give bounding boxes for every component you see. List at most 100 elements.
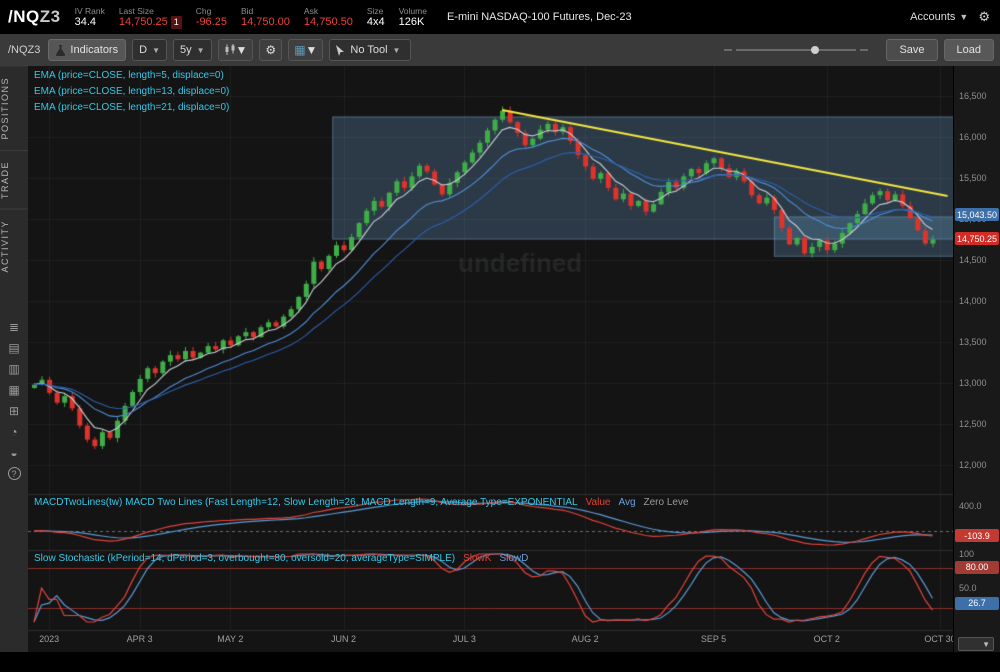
cursor-icon bbox=[336, 45, 344, 56]
axis-label: 50.0 bbox=[959, 583, 977, 593]
slider-track[interactable] bbox=[736, 49, 856, 51]
slider-handle[interactable] bbox=[811, 46, 819, 54]
sidebar-tab-positions[interactable]: POSITIONS bbox=[0, 66, 28, 150]
quote-field-last-size: Last Size14,750.251 bbox=[119, 6, 182, 29]
chart-toolbar: /NQZ3 Indicators D▼ 5y▼ ▼ ⚙ ▦ ▼ No Tool … bbox=[0, 34, 1000, 67]
range-dropdown[interactable]: 5y ▼ bbox=[173, 39, 212, 61]
chevron-down-icon: ▼ bbox=[236, 43, 248, 57]
community-icon[interactable]: ◒ bbox=[0, 442, 28, 463]
zoom-slider[interactable] bbox=[720, 49, 872, 51]
quote-field-value: 34.4 bbox=[75, 16, 96, 28]
axis-label: 14,500 bbox=[959, 255, 987, 265]
symbol-root: /NQ bbox=[8, 7, 40, 26]
axis-label: 400.0 bbox=[959, 501, 982, 511]
timeframe-dropdown[interactable]: D▼ bbox=[132, 39, 167, 61]
time-axis-label: AUG 2 bbox=[563, 634, 607, 644]
tool-label: No Tool bbox=[350, 44, 387, 56]
drawing-tool-dropdown[interactable]: No Tool ▼ bbox=[329, 39, 411, 61]
chart-style-dropdown[interactable]: ▦ ▼ bbox=[288, 39, 323, 61]
slider-left-tick bbox=[724, 49, 732, 51]
load-button[interactable]: Load bbox=[944, 39, 994, 61]
quote-field-label: Chg bbox=[196, 6, 227, 16]
time-axis-label: OCT 2 bbox=[805, 634, 849, 644]
price-chart-canvas[interactable] bbox=[28, 66, 953, 652]
axis-label: 12,500 bbox=[959, 419, 987, 429]
chart-grid-icon[interactable]: ▦ bbox=[0, 379, 28, 400]
time-axis-label: SEP 5 bbox=[692, 634, 736, 644]
quote-field-label: Ask bbox=[304, 6, 353, 16]
axis-label: 14,000 bbox=[959, 296, 987, 306]
axis-label: 13,000 bbox=[959, 378, 987, 388]
settings-gear-icon[interactable]: ⚙ bbox=[978, 9, 990, 25]
help-icon[interactable]: ? bbox=[0, 463, 28, 484]
accounts-dropdown[interactable]: Accounts ▼ bbox=[910, 11, 968, 23]
thinkorswim-window: /NQZ3 IV Rank34.4Last Size14,750.251Chg-… bbox=[0, 0, 1000, 672]
quote-field-value: 4x4 bbox=[367, 16, 385, 28]
candlestick-icon bbox=[224, 44, 236, 56]
flask-icon bbox=[56, 45, 65, 56]
indicators-label: Indicators bbox=[70, 44, 118, 56]
chevron-down-icon: ▼ bbox=[959, 12, 968, 22]
ledger-icon[interactable]: ▤ bbox=[0, 337, 28, 358]
chevron-down-icon: ▼ bbox=[306, 43, 318, 57]
axis-label: 15,500 bbox=[959, 173, 987, 183]
last-size-badge: 1 bbox=[171, 16, 182, 29]
quote-field-label: Volume bbox=[399, 6, 427, 16]
axis-settings-dropdown[interactable]: ▼ bbox=[958, 637, 994, 651]
price-badge: 15,043.50 bbox=[955, 208, 999, 221]
chevron-down-icon: ▼ bbox=[197, 46, 205, 55]
symbol-ticker[interactable]: /NQZ3 bbox=[8, 7, 61, 27]
symbol-month: Z3 bbox=[40, 7, 61, 26]
quote-field-value: -96.25 bbox=[196, 16, 227, 28]
orders-icon[interactable]: ▥ bbox=[0, 358, 28, 379]
time-axis-label: JUL 3 bbox=[442, 634, 486, 644]
toolbar-symbol-label: /NQZ3 bbox=[8, 44, 40, 56]
axis-label: 12,000 bbox=[959, 460, 987, 470]
style-grid-icon: ▦ bbox=[294, 43, 305, 57]
quote-field-bid: Bid14,750.00 bbox=[241, 6, 290, 29]
quote-field-volume: Volume126K bbox=[399, 6, 427, 29]
quote-field-size: Size4x4 bbox=[367, 6, 385, 29]
stoch-value-badge: 26.7 bbox=[955, 597, 999, 610]
quote-field-iv-rank: IV Rank34.4 bbox=[75, 6, 105, 29]
sidebar-tab-trade[interactable]: TRADE bbox=[0, 150, 28, 209]
gear-icon: ⚙ bbox=[265, 43, 276, 57]
macd-value-badge: -103.9 bbox=[955, 529, 999, 542]
clock-icon[interactable]: ◔ bbox=[0, 421, 28, 442]
quote-field-value: 126K bbox=[399, 16, 425, 28]
chart-pane: EMA (price=CLOSE, length=5, displace=0) … bbox=[28, 66, 953, 652]
time-axis-label: JUN 2 bbox=[322, 634, 366, 644]
apps-icon[interactable]: ⊞ bbox=[0, 400, 28, 421]
chevron-down-icon: ▼ bbox=[393, 46, 401, 55]
time-axis-label: 2023 bbox=[27, 634, 71, 644]
quote-field-label: Size bbox=[367, 6, 385, 16]
axis-label: 16,000 bbox=[959, 132, 987, 142]
chevron-down-icon: ▼ bbox=[982, 640, 990, 649]
quote-field-label: IV Rank bbox=[75, 6, 105, 16]
timeframe-value: D bbox=[139, 44, 147, 56]
axis-label: 13,500 bbox=[959, 337, 987, 347]
contract-description: E-mini NASDAQ-100 Futures, Dec-23 bbox=[447, 11, 632, 23]
quote-field-ask: Ask14,750.50 bbox=[304, 6, 353, 29]
stoch-value-badge: 80.00 bbox=[955, 561, 999, 574]
quote-field-label: Last Size bbox=[119, 6, 182, 16]
range-value: 5y bbox=[180, 44, 192, 56]
chart-settings-button[interactable]: ⚙ bbox=[259, 39, 282, 61]
time-axis-label: MAY 2 bbox=[208, 634, 252, 644]
time-axis-label: APR 3 bbox=[118, 634, 162, 644]
axis-label: 100 bbox=[959, 549, 974, 559]
left-gadget-sidebar: POSITIONSTRADEACTIVITY ≣▤▥▦⊞◔◒? bbox=[0, 66, 29, 652]
price-axis[interactable]: ▼ 16,50016,00015,50015,00014,50014,00013… bbox=[953, 66, 1000, 652]
quote-field-value: 14,750.50 bbox=[304, 16, 353, 28]
chart-type-dropdown[interactable]: ▼ bbox=[218, 39, 254, 61]
quote-field-label: Bid bbox=[241, 6, 290, 16]
indicators-button[interactable]: Indicators bbox=[48, 39, 126, 61]
accounts-label: Accounts bbox=[910, 11, 955, 23]
save-button[interactable]: Save bbox=[886, 39, 937, 61]
sidebar-tab-activity[interactable]: ACTIVITY bbox=[0, 209, 28, 283]
monitor-icon[interactable]: ≣ bbox=[0, 316, 28, 337]
slider-right-tick bbox=[860, 49, 868, 51]
chevron-down-icon: ▼ bbox=[152, 46, 160, 55]
window-bottom-strip bbox=[0, 652, 1000, 672]
quote-bar: /NQZ3 IV Rank34.4 Last Size14,750.251 Chg-… bbox=[0, 0, 1000, 34]
